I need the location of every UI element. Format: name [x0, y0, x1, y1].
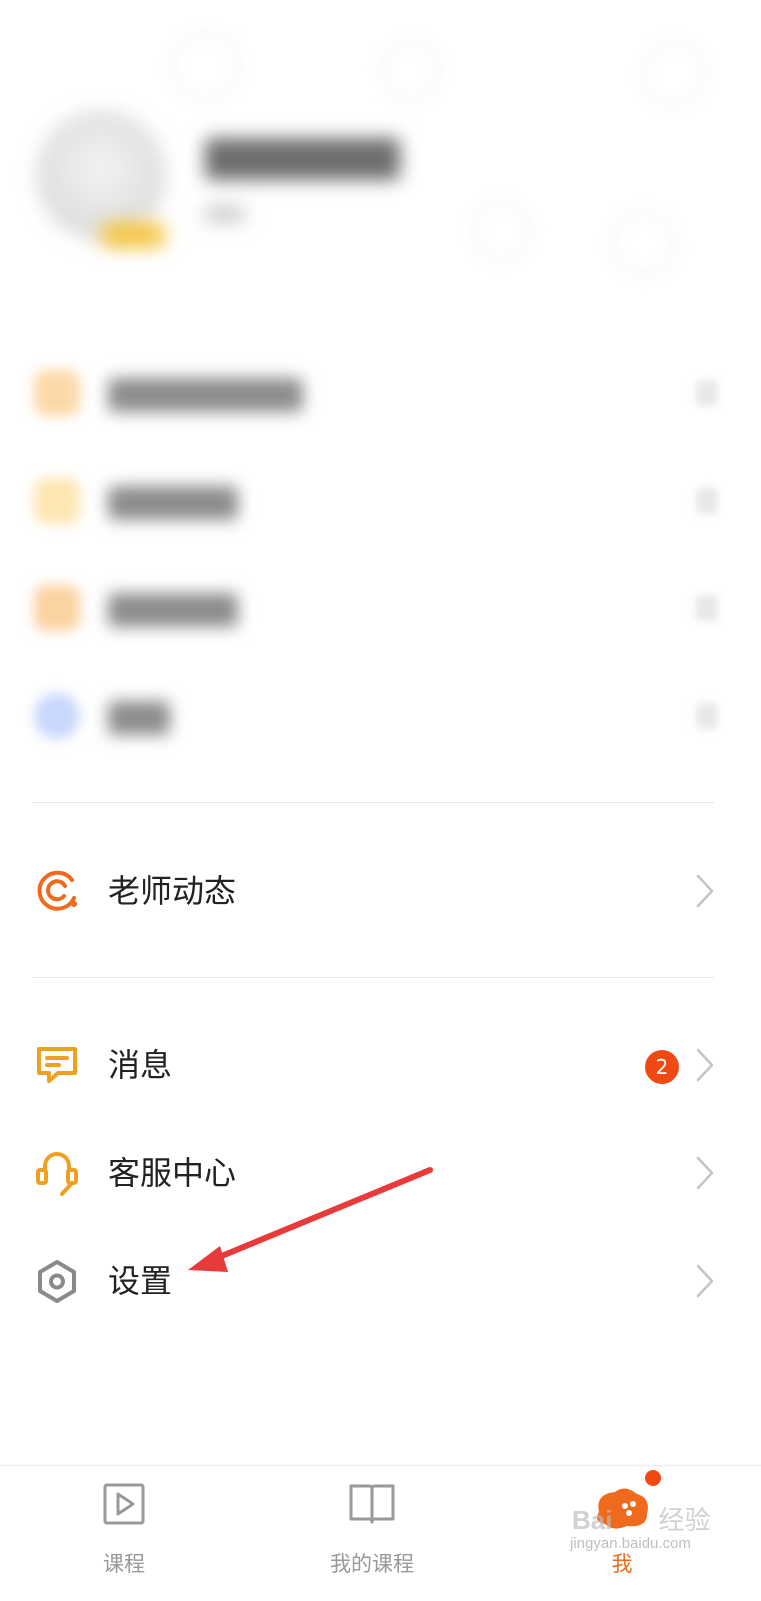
tab-courses[interactable]: 课程 [24, 1466, 224, 1601]
decor-circle [610, 210, 677, 277]
nav-label: 我 [611, 1552, 633, 1576]
chevron-right-icon [696, 380, 718, 406]
menu-teacher-updates[interactable]: 老师动态 [0, 846, 761, 936]
hexagon-gear-icon [38, 1260, 76, 1303]
profile-subtitle [205, 205, 245, 223]
nav-label: 课程 [103, 1552, 145, 1576]
notification-dot [645, 1470, 661, 1486]
teacher-dynamic-icon [37, 870, 77, 911]
tab-my-courses[interactable]: 我的课程 [272, 1466, 472, 1601]
menu-label: 老师动态 [108, 872, 237, 910]
orange-square-icon [34, 585, 80, 631]
watermark-brand-suffix: 经验 [658, 1505, 711, 1535]
chevron-right-icon [696, 488, 718, 514]
menu-row-blurred-3[interactable] [0, 563, 761, 653]
divider [32, 977, 714, 978]
decor-circle [380, 40, 442, 102]
watermark-url: jingyan.baidu.com [570, 1535, 691, 1552]
profile-header[interactable] [0, 0, 761, 320]
decor-circle [640, 40, 707, 107]
decor-circle [170, 30, 242, 102]
message-icon [37, 1047, 77, 1083]
chevron-right-icon [696, 1156, 714, 1190]
chevron-right-icon [696, 874, 714, 908]
yellow-square-icon [34, 478, 80, 524]
menu-label-blurred [108, 701, 170, 735]
menu-label-blurred [108, 593, 238, 627]
menu-row-blurred-2[interactable] [0, 456, 761, 546]
nav-label: 我的课程 [330, 1552, 414, 1576]
menu-row-blurred-1[interactable] [0, 348, 761, 438]
headset-icon [36, 1152, 78, 1196]
decor-circle [470, 200, 532, 262]
menu-label: 设置 [108, 1262, 173, 1300]
menu-settings[interactable]: 设置 [0, 1236, 761, 1326]
play-icon [103, 1483, 145, 1525]
chevron-right-icon [696, 1264, 714, 1298]
menu-row-blurred-4[interactable] [0, 671, 761, 761]
divider [32, 802, 714, 803]
username [205, 138, 400, 180]
blue-circle-icon [34, 693, 80, 739]
watermark-logo: Bai 经验 [572, 1500, 710, 1537]
orange-square-icon [34, 370, 80, 416]
menu-label-blurred [108, 378, 303, 412]
chevron-right-icon [696, 595, 718, 621]
menu-messages[interactable]: 消息 2 [0, 1020, 761, 1110]
watermark-brand: Bai [572, 1505, 613, 1535]
book-icon [349, 1484, 395, 1524]
menu-label: 消息 [108, 1046, 173, 1084]
menu-label: 客服中心 [108, 1154, 237, 1192]
menu-customer-service[interactable]: 客服中心 [0, 1128, 761, 1218]
vip-badge [100, 222, 166, 248]
menu-label-blurred [108, 486, 238, 520]
chevron-right-icon [696, 703, 718, 729]
chevron-right-icon [696, 1048, 714, 1082]
avatar[interactable] [36, 110, 166, 240]
unread-count-badge: 2 [645, 1050, 679, 1084]
